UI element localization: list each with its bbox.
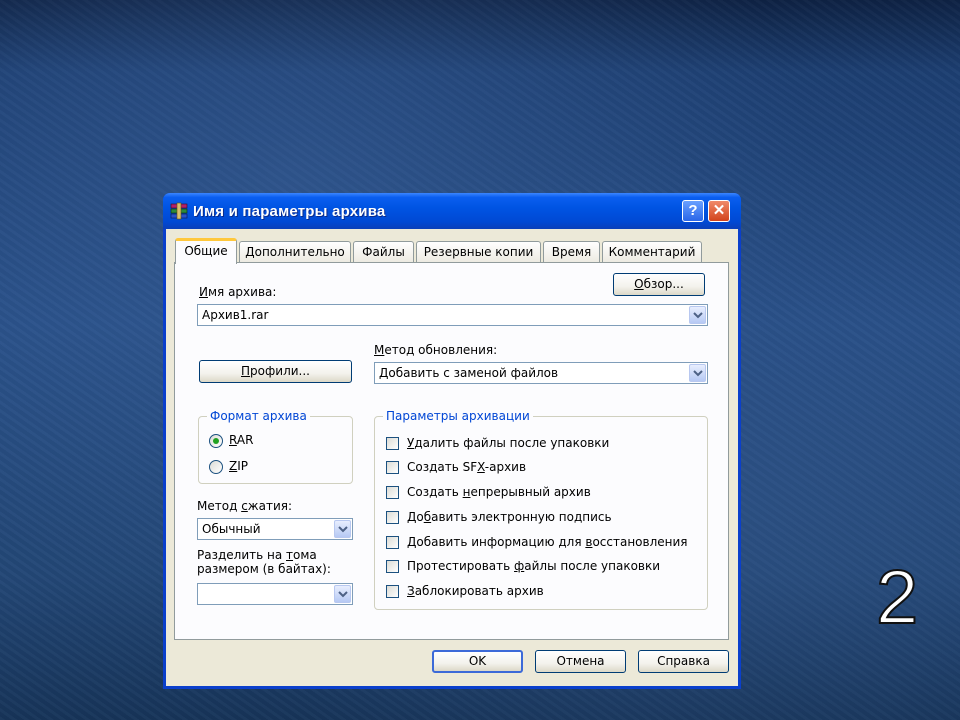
help-title-button[interactable]: ? xyxy=(682,200,704,222)
option-label: Протестировать файлы после упаковки xyxy=(407,559,661,573)
option-label: Добавить информацию для восстановления xyxy=(407,535,688,549)
tab-time[interactable]: Время xyxy=(543,241,600,263)
archive-name-combo[interactable]: Архив1.rar xyxy=(197,304,708,326)
title-bar[interactable]: Имя и параметры архива ? ✕ xyxy=(163,193,741,229)
dialog-client-area: Общие Дополнительно Файлы Резервные копи… xyxy=(166,229,738,686)
archive-options-group: Параметры архивации Удалить файлы после … xyxy=(374,409,708,610)
update-method-combo[interactable]: Добавить с заменой файлов xyxy=(374,362,708,384)
archive-format-title: Формат архива xyxy=(207,409,310,423)
compression-value: Обычный xyxy=(202,522,261,536)
split-label-line2: размером (в байтах): xyxy=(197,562,331,576)
chevron-down-icon[interactable] xyxy=(334,585,351,603)
option-label: Создать SFX-архив xyxy=(407,460,527,474)
radio-rar[interactable]: RAR xyxy=(209,433,289,449)
checkbox[interactable] xyxy=(386,511,399,524)
radio-button[interactable] xyxy=(209,460,223,474)
option-lock-archive[interactable]: Заблокировать архив xyxy=(386,584,686,600)
general-tab-panel: Имя архива: Обзор... Архив1.rar Метод об… xyxy=(174,262,729,640)
tab-label: Резервные копии xyxy=(423,245,534,259)
radio-button-checked[interactable] xyxy=(209,434,223,448)
option-label: Удалить файлы после упаковки xyxy=(407,436,610,450)
chevron-down-icon[interactable] xyxy=(689,306,706,324)
radio-zip-label: ZIP xyxy=(229,459,249,473)
option-delete-files[interactable]: Удалить файлы после упаковки xyxy=(386,436,686,452)
tab-advanced[interactable]: Дополнительно xyxy=(239,241,351,263)
profiles-button[interactable]: Профили... xyxy=(199,360,352,383)
option-label: Добавить электронную подпись xyxy=(407,510,612,524)
option-solid-archive[interactable]: Создать непрерывный архив xyxy=(386,485,686,501)
checkbox[interactable] xyxy=(386,461,399,474)
tab-label: Файлы xyxy=(362,245,405,259)
browse-button[interactable]: Обзор... xyxy=(613,273,705,296)
cancel-button[interactable]: Отмена xyxy=(535,650,626,673)
tab-label: Время xyxy=(551,245,592,259)
split-size-combo[interactable] xyxy=(197,583,353,605)
update-method-label: Метод обновления: xyxy=(374,343,498,357)
option-label: Заблокировать архив xyxy=(407,584,544,598)
slide-number: 2 xyxy=(875,555,919,640)
help-button[interactable]: Справка xyxy=(638,650,729,673)
tab-comment[interactable]: Комментарий xyxy=(602,241,702,263)
tab-backups[interactable]: Резервные копии xyxy=(416,241,541,263)
tab-files[interactable]: Файлы xyxy=(353,241,414,263)
option-digital-signature[interactable]: Добавить электронную подпись xyxy=(386,510,686,526)
chevron-down-icon[interactable] xyxy=(689,364,706,382)
tab-label: Дополнительно xyxy=(245,245,345,259)
archive-name-value: Архив1.rar xyxy=(202,308,269,322)
close-icon: ✕ xyxy=(712,202,726,219)
tab-label: Комментарий xyxy=(608,245,696,259)
radio-zip[interactable]: ZIP xyxy=(209,459,289,475)
checkbox[interactable] xyxy=(386,585,399,598)
compression-label: Метод сжатия: xyxy=(197,499,293,513)
tab-general[interactable]: Общие xyxy=(175,238,237,264)
close-title-button[interactable]: ✕ xyxy=(708,200,730,222)
archive-options-title: Параметры архивации xyxy=(383,409,533,423)
winrar-books-icon xyxy=(170,202,188,220)
window-title: Имя и параметры архива xyxy=(193,203,386,220)
option-label: Создать непрерывный архив xyxy=(407,485,591,499)
compression-combo[interactable]: Обычный xyxy=(197,518,353,540)
ok-button[interactable]: OK xyxy=(432,650,523,673)
tab-label: Общие xyxy=(184,244,228,258)
archive-format-group: Формат архива RAR ZIP xyxy=(198,409,353,484)
update-method-value: Добавить с заменой файлов xyxy=(379,366,559,380)
option-test-files[interactable]: Протестировать файлы после упаковки xyxy=(386,559,686,575)
split-label-line1: Разделить на тома xyxy=(197,548,317,562)
option-create-sfx[interactable]: Создать SFX-архив xyxy=(386,460,686,476)
checkbox[interactable] xyxy=(386,560,399,573)
archive-dialog-window: Имя и параметры архива ? ✕ Общие Дополни… xyxy=(163,193,741,689)
checkbox[interactable] xyxy=(386,536,399,549)
option-recovery-record[interactable]: Добавить информацию для восстановления xyxy=(386,535,701,551)
chevron-down-icon[interactable] xyxy=(334,520,351,538)
checkbox[interactable] xyxy=(386,486,399,499)
archive-name-label: Имя архива: xyxy=(199,285,277,299)
checkbox[interactable] xyxy=(386,437,399,450)
question-icon: ? xyxy=(688,202,698,219)
radio-rar-label: RAR xyxy=(229,433,254,447)
